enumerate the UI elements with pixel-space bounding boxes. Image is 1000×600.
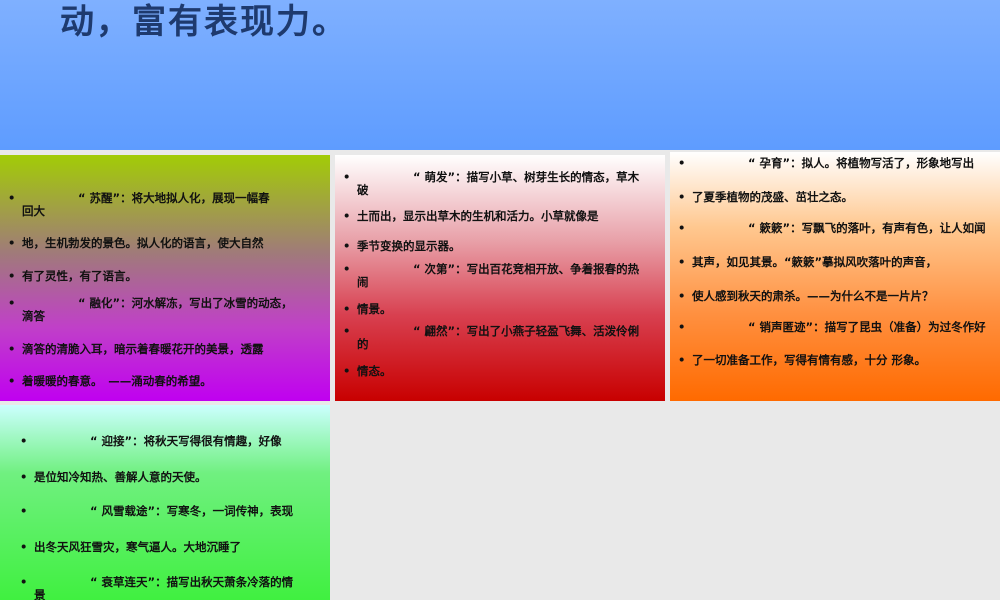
bullet-icon: • xyxy=(343,302,351,316)
item-text: 出冬天风狂雪灾，寒气逼人。大地沉睡了 xyxy=(34,540,241,554)
bullet-item: • 季节变换的显示器。 xyxy=(343,240,655,253)
bullet-icon: • xyxy=(8,269,16,283)
bullet-icon: • xyxy=(8,296,16,310)
item-text: 了夏季植物的茂盛、茁壮之态。 xyxy=(692,190,853,204)
item-text: 使人感到秋天的肃杀。——为什么不是一片片？ xyxy=(692,289,934,303)
bullet-icon: • xyxy=(8,374,16,388)
item-text: 其声，如见其景。“簌簌”摹拟风吹落叶的声音， xyxy=(692,255,938,269)
bullet-icon: • xyxy=(8,191,16,205)
bullet-item: • “ 孕育”：拟人。将植物写活了，形象地写出 xyxy=(678,157,990,170)
item-text: 景 xyxy=(34,588,46,600)
bullet-item: • 是位知冷知热、善解人意的天使。 xyxy=(20,471,320,484)
bullet-icon: • xyxy=(678,289,686,303)
panel-spring-2: • “ 萌发”：描写小草、树芽生长的情态，草木破 • 土而出，显示出草木的生机和活力。… xyxy=(335,155,665,401)
bullet-item: • “ 融化”：河水解冻，写出了冰雪的动态， 滴答 xyxy=(8,297,320,323)
item-text: 情景。 xyxy=(357,302,392,316)
item-text: 滴答的清脆入耳，暗示着春暖花开的美景，透露 xyxy=(22,342,264,356)
item-text: 滴答 xyxy=(22,309,45,323)
item-lead-text: “ 风雪载途”：写寒冬，一词传神，表现 xyxy=(90,504,294,518)
item-text: 土而出，显示出草木的生机和活力。小草就像是 xyxy=(357,209,599,223)
bullet-icon: • xyxy=(343,364,351,378)
bullet-item: • “ 次第”：写出百花竞相开放、争着报春的热闹 xyxy=(343,263,655,289)
bullet-item: • 着暖暖的春意。 ——涌动春的希望。 xyxy=(8,375,320,388)
bullet-icon: • xyxy=(343,170,351,184)
bullet-icon: • xyxy=(20,540,28,554)
bullet-item: • 情态。 xyxy=(343,365,655,378)
bullet-item: • 其声，如见其景。“簌簌”摹拟风吹落叶的声音， xyxy=(678,256,990,269)
item-lead-text: “ 苏醒”：将大地拟人化，展现一幅春 xyxy=(78,191,270,205)
bullet-icon: • xyxy=(343,262,351,276)
bullet-item: • 地，生机勃发的景色。拟人化的语言，使大自然 xyxy=(8,237,320,250)
item-text: 季节变换的显示器。 xyxy=(357,239,461,253)
bullet-item: • 有了灵性，有了语言。 xyxy=(8,270,320,283)
bullet-icon: • xyxy=(343,209,351,223)
bullet-icon: • xyxy=(678,320,686,334)
bullet-icon: • xyxy=(20,504,28,518)
title-banner: 动，富有表现力。 xyxy=(0,0,1000,150)
item-text: 闹 xyxy=(357,275,369,289)
item-lead-text: “ 萌发”：描写小草、树芽生长的情态，草木 xyxy=(413,170,640,184)
bullet-item: • “ 衰草连天”：描写出秋天萧条冷落的情景 xyxy=(20,576,320,600)
bullet-icon: • xyxy=(678,190,686,204)
item-text: 的 xyxy=(357,337,369,351)
bullet-item: • “ 迎接”：将秋天写得很有情趣，好像 xyxy=(20,435,320,448)
item-lead-text: “ 次第”：写出百花竞相开放、争着报春的热 xyxy=(413,262,640,276)
bullet-item: • “ 簌簌”：写飘飞的落叶，有声有色，让人如闻 xyxy=(678,222,990,235)
bullet-icon: • xyxy=(678,353,686,367)
bullet-icon: • xyxy=(678,255,686,269)
bullet-icon: • xyxy=(343,324,351,338)
item-lead-text: “ 簌簌”：写飘飞的落叶，有声有色，让人如闻 xyxy=(748,221,986,235)
bullet-icon: • xyxy=(678,156,686,170)
item-lead-text: “ 翩然”：写出了小燕子轻盈飞舞、活泼伶俐 xyxy=(413,324,640,338)
item-lead-text: “ 融化”：河水解冻，写出了冰雪的动态， xyxy=(78,296,293,310)
bullet-item: • 情景。 xyxy=(343,303,655,316)
bullet-item: • 了一切准备工作，写得有情有感，十分 形象。 xyxy=(678,354,990,367)
item-text: 情态。 xyxy=(357,364,392,378)
bullet-icon: • xyxy=(678,221,686,235)
bullet-icon: • xyxy=(343,239,351,253)
item-lead-text: “ 衰草连天”：描写出秋天萧条冷落的情 xyxy=(90,575,294,589)
bullet-item: • “ 风雪载途”：写寒冬，一词传神，表现 xyxy=(20,505,320,518)
bullet-icon: • xyxy=(20,470,28,484)
item-text: 是位知冷知热、善解人意的天使。 xyxy=(34,470,207,484)
bullet-item: • 出冬天风狂雪灾，寒气逼人。大地沉睡了 xyxy=(20,541,320,554)
bullet-item: • “ 苏醒”：将大地拟人化，展现一幅春回大 xyxy=(8,192,320,218)
item-text: 破 xyxy=(357,183,369,197)
slide-title: 动，富有表现力。 xyxy=(60,2,348,42)
bullet-icon: • xyxy=(8,342,16,356)
bullet-icon: • xyxy=(20,434,28,448)
panel-summer-autumn: • “ 孕育”：拟人。将植物写活了，形象地写出 • 了夏季植物的茂盛、茁壮之态。 • “ … xyxy=(670,152,1000,401)
item-text: 了一切准备工作，写得有情有感，十分 形象。 xyxy=(692,353,927,367)
panel-spring-1: • “ 苏醒”：将大地拟人化，展现一幅春回大 • 地，生机勃发的景色。拟人化的语言，使… xyxy=(0,155,330,401)
item-lead-text: “ 孕育”：拟人。将植物写活了，形象地写出 xyxy=(748,156,975,170)
item-text: 有了灵性，有了语言。 xyxy=(22,269,137,283)
panel-autumn-winter: • “ 迎接”：将秋天写得很有情趣，好像 • 是位知冷知热、善解人意的天使。 • “ 风雪… xyxy=(0,405,330,600)
item-text: 回大 xyxy=(22,204,45,218)
bullet-item: • 使人感到秋天的肃杀。——为什么不是一片片？ xyxy=(678,290,990,303)
bullet-item: • “ 萌发”：描写小草、树芽生长的情态，草木破 xyxy=(343,171,655,197)
bullet-item: • 土而出，显示出草木的生机和活力。小草就像是 xyxy=(343,210,655,223)
bullet-item: • 滴答的清脆入耳，暗示着春暖花开的美景，透露 xyxy=(8,343,320,356)
bullet-item: • “ 翩然”：写出了小燕子轻盈飞舞、活泼伶俐的 xyxy=(343,325,655,351)
bullet-icon: • xyxy=(8,236,16,250)
bullet-icon: • xyxy=(20,575,28,589)
bullet-item: • “ 销声匿迹”：描写了昆虫（准备）为过冬作好 xyxy=(678,321,990,334)
bullet-item: • 了夏季植物的茂盛、茁壮之态。 xyxy=(678,191,990,204)
item-lead-text: “ 销声匿迹”：描写了昆虫（准备）为过冬作好 xyxy=(748,320,986,334)
item-lead-text: “ 迎接”：将秋天写得很有情趣，好像 xyxy=(90,434,282,448)
item-text: 着暖暖的春意。 ——涌动春的希望。 xyxy=(22,374,212,388)
item-text: 地，生机勃发的景色。拟人化的语言，使大自然 xyxy=(22,236,264,250)
